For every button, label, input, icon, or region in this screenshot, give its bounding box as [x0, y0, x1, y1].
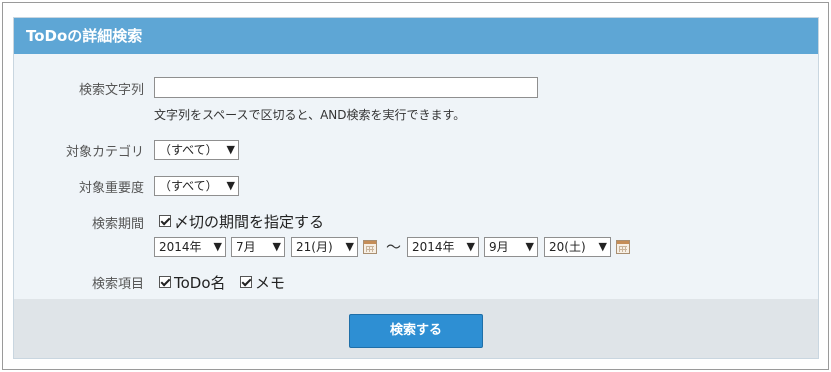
keyword-input[interactable] [154, 77, 538, 98]
chevron-down-icon: ▼ [226, 179, 235, 192]
chevron-down-icon: ▼ [466, 240, 475, 253]
from-month-value: 7月 [236, 240, 256, 254]
to-day-value: 20(土) [549, 240, 586, 254]
to-day-select[interactable]: 20(土) ▼ [544, 237, 611, 257]
from-year-select[interactable]: 2014年 ▼ [154, 237, 226, 257]
search-button[interactable]: 検索する [349, 314, 483, 348]
category-select-value: （すべて） [159, 143, 218, 157]
chevron-down-icon: ▼ [272, 240, 281, 253]
deadline-checkbox-label[interactable]: 〆切の期間を指定する [174, 211, 324, 232]
category-label: 対象カテゴリ [65, 145, 144, 160]
chevron-down-icon: ▼ [525, 240, 534, 253]
category-select[interactable]: （すべて） ▼ [154, 140, 239, 160]
from-year-value: 2014年 [159, 240, 202, 254]
memo-checkbox[interactable] [240, 276, 252, 288]
to-year-value: 2014年 [412, 240, 455, 254]
calendar-icon[interactable] [616, 240, 630, 254]
to-month-value: 9月 [489, 240, 509, 254]
panel-title: ToDoの詳細検索 [14, 18, 818, 54]
items-label: 検索項目 [91, 277, 144, 292]
to-month-select[interactable]: 9月 ▼ [484, 237, 538, 257]
chevron-down-icon: ▼ [226, 143, 235, 156]
importance-label: 対象重要度 [78, 181, 144, 196]
dialog-frame: ToDoの詳細検索 検索文字列 文字列をスペースで区切ると、AND検索を実行でき… [2, 2, 829, 370]
to-year-select[interactable]: 2014年 ▼ [407, 237, 479, 257]
keyword-hint: 文字列をスペースで区切ると、AND検索を実行できます。 [154, 108, 466, 122]
from-month-select[interactable]: 7月 ▼ [231, 237, 285, 257]
panel-footer: 検索する [14, 299, 818, 358]
calendar-icon[interactable] [363, 240, 377, 254]
period-label: 検索期間 [91, 217, 144, 232]
from-day-select[interactable]: 21(月) ▼ [291, 237, 358, 257]
keyword-label: 検索文字列 [78, 83, 144, 98]
importance-select-value: （すべて） [159, 179, 218, 193]
memo-checkbox-label[interactable]: メモ [255, 272, 285, 293]
from-day-value: 21(月) [296, 240, 333, 254]
chevron-down-icon: ▼ [345, 240, 354, 253]
deadline-checkbox[interactable] [159, 215, 171, 227]
importance-select[interactable]: （すべて） ▼ [154, 176, 239, 196]
date-range-separator: 〜 [386, 238, 402, 256]
chevron-down-icon: ▼ [213, 240, 222, 253]
chevron-down-icon: ▼ [598, 240, 607, 253]
search-panel: ToDoの詳細検索 検索文字列 文字列をスペースで区切ると、AND検索を実行でき… [13, 17, 819, 359]
todo-name-checkbox-label[interactable]: ToDo名 [174, 272, 226, 293]
todo-name-checkbox[interactable] [159, 276, 171, 288]
